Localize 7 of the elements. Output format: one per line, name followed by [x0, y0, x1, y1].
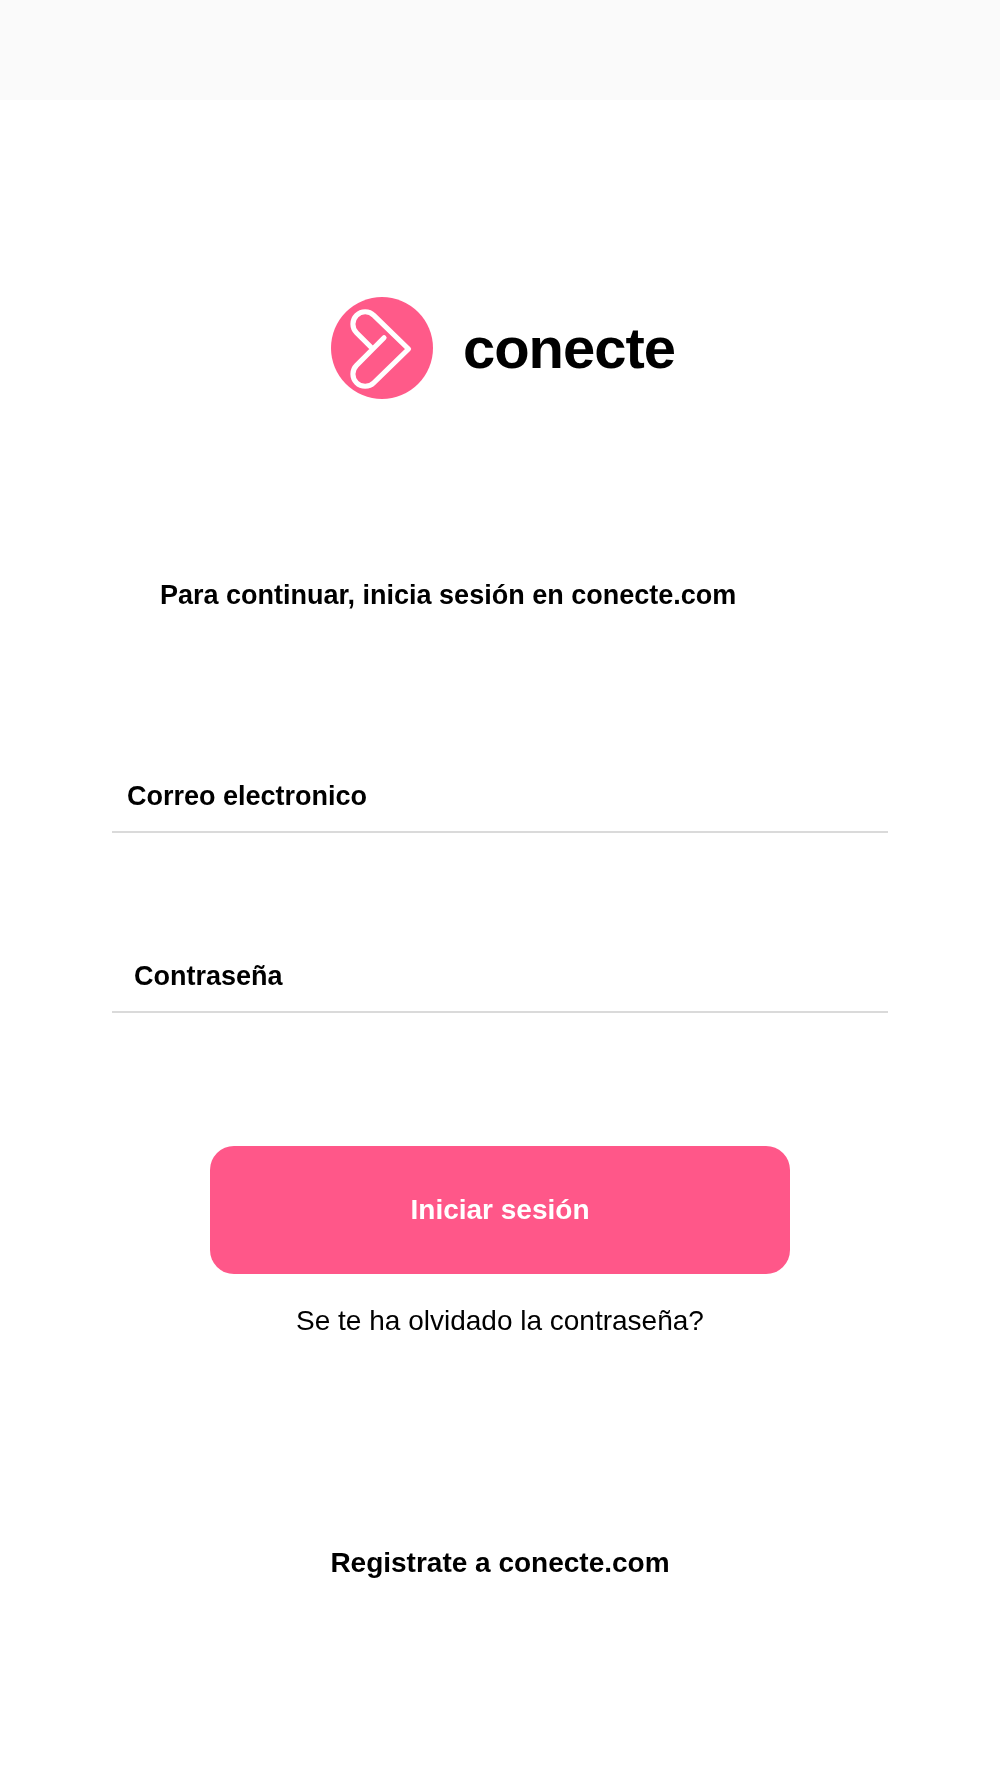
heart-logo-icon: [330, 297, 433, 399]
logo-wordmark: conecte: [462, 319, 676, 377]
input-field[interactable]: Correo electronico: [112, 762, 888, 833]
register-link[interactable]: Registrate a conecte.com: [330, 1541, 670, 1584]
login-prompt: Para continuar, inicia sesión en conecte.com: [160, 579, 738, 612]
input-field[interactable]: Contraseña: [112, 942, 888, 1013]
forgot-password-link[interactable]: Se te ha olvidado la contraseña?: [296, 1299, 704, 1342]
